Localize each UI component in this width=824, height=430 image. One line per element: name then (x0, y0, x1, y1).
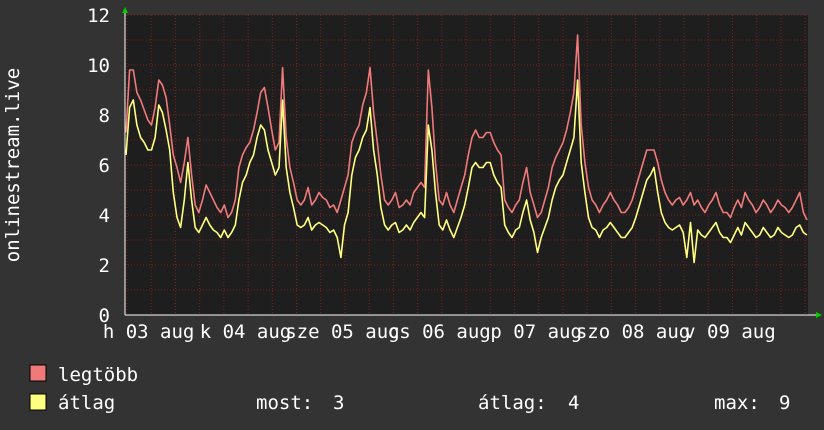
x-axis-ticks: h 03 aug k 04 augsze 05 augcs 06 aug p 07 … (103, 321, 776, 343)
x-tick-label: h 03 aug (103, 321, 195, 343)
stat-max-label: max: (714, 392, 760, 414)
y-tick-label: 6 (99, 155, 110, 177)
stat-max-value: 9 (779, 392, 790, 414)
y-tick-label: 2 (99, 255, 110, 277)
stat-current-value: 3 (333, 392, 344, 414)
legend-swatch-legtobb (29, 364, 47, 382)
legend-label-legtobb: legtöbb (58, 364, 138, 386)
y-tick-label: 4 (99, 205, 110, 227)
y-tick-label: 10 (87, 55, 110, 77)
x-tick-label: sze 05 aug (285, 321, 399, 343)
stat-average-label: átlag: (478, 392, 547, 414)
x-tick-label: szo 08 aug (576, 321, 690, 343)
legend-swatch-atlag (29, 393, 47, 411)
x-tick-label: p 07 aug (490, 321, 582, 343)
legend-label-atlag: átlag (58, 392, 115, 414)
y-tick-label: 8 (99, 105, 110, 127)
stat-average-value: 4 (568, 392, 579, 414)
chart-canvas: 024681012 h 03 aug k 04 augsze 05 augcs 0… (0, 0, 824, 430)
stat-current-label: most: (256, 392, 313, 414)
x-tick-label: k 04 aug (200, 321, 292, 343)
x-tick-label: v 09 aug (684, 321, 776, 343)
y-tick-label: 12 (87, 5, 110, 27)
x-tick-label: cs 06 aug (388, 321, 491, 343)
y-axis-label: onlinestream.live (2, 68, 24, 262)
